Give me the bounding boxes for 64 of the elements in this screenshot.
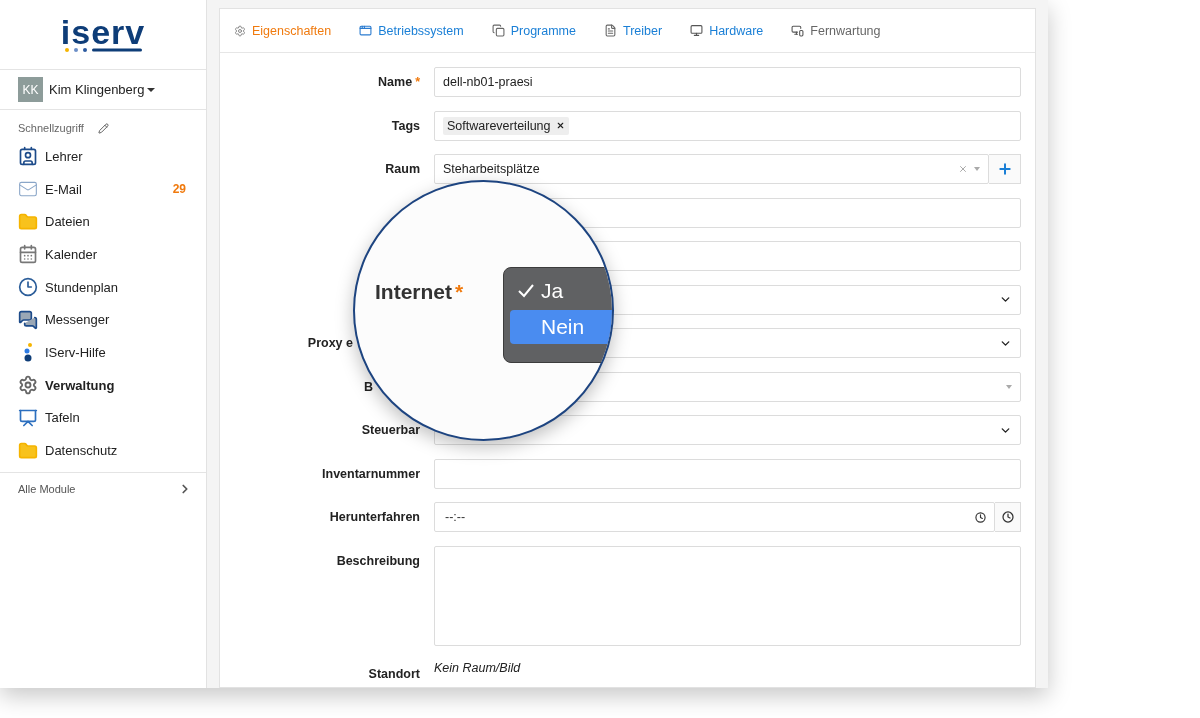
sidebar-item[interactable]: Lehrer xyxy=(45,148,186,164)
field-label: Name * xyxy=(377,74,420,91)
settings-icon xyxy=(234,24,246,37)
tag-chip: Softwareverteilung xyxy=(443,116,569,135)
sidebar-item[interactable]: Stundenplan xyxy=(45,279,186,295)
tab[interactable]: Programme xyxy=(491,23,576,38)
settings-icon xyxy=(18,375,38,396)
section-heading: Schnellzugriff xyxy=(18,122,84,134)
clock-icon xyxy=(18,277,38,298)
chat-bubbles-icon xyxy=(18,309,38,330)
all-modules-link[interactable]: Alle Module xyxy=(0,471,206,506)
sidebar-item[interactable]: Dateien xyxy=(45,214,186,230)
folder-icon xyxy=(18,440,38,461)
field-label: Internet* xyxy=(375,280,464,304)
logo-text: iserv xyxy=(60,16,146,47)
contact-card-icon xyxy=(18,146,38,167)
tab[interactable]: Betriebssystem xyxy=(359,23,464,38)
calendar-icon xyxy=(18,244,38,265)
windows-icon xyxy=(491,24,505,37)
field-label: Proxy e xyxy=(306,335,354,352)
dropdown-arrow-icon xyxy=(1006,384,1012,389)
tags-field[interactable]: Softwareverteilung xyxy=(434,110,1021,141)
time-input[interactable]: --:-- xyxy=(443,509,969,525)
tab[interactable]: Hardware xyxy=(690,23,764,38)
user-menu[interactable]: Kim Klingenberg xyxy=(49,82,156,97)
unread-count: 29 xyxy=(172,182,186,197)
folder-icon xyxy=(18,211,38,232)
field-label: Standort xyxy=(367,666,420,683)
time-field[interactable]: --:-- xyxy=(434,502,995,532)
clock-icon xyxy=(975,511,986,523)
document-icon xyxy=(604,24,617,37)
field-label: Steuerbar xyxy=(360,422,420,439)
sidebar-item[interactable]: Kalender xyxy=(45,246,186,262)
sidebar-item[interactable]: Verwaltung xyxy=(45,377,186,393)
tab[interactable]: Treiber xyxy=(604,23,663,38)
field-label: B xyxy=(362,378,374,396)
menu-option[interactable]: Ja xyxy=(510,274,612,308)
sidebar-item[interactable]: Tafeln xyxy=(45,410,186,426)
location-text: Kein Raum/Bild xyxy=(434,660,522,677)
dropdown-arrow-icon xyxy=(974,167,980,171)
clock-button[interactable] xyxy=(995,502,1021,532)
field-label: Raum xyxy=(384,161,420,178)
clear-icon[interactable] xyxy=(958,164,968,174)
monitor-icon xyxy=(791,24,805,37)
clock-icon xyxy=(1001,511,1014,523)
pencil-icon[interactable] xyxy=(97,122,109,134)
field-label: Herunterfahren xyxy=(328,509,420,526)
field-label: Beschreibung xyxy=(335,552,420,570)
plus-icon xyxy=(996,161,1013,177)
text-field[interactable] xyxy=(434,458,1021,489)
checkmark-icon xyxy=(517,283,535,299)
sidebar-item[interactable]: IServ-Hilfe xyxy=(45,344,186,360)
sidebar-item[interactable]: Datenschutz xyxy=(45,443,186,459)
sidebar-item[interactable]: Messenger xyxy=(45,312,186,328)
text-field[interactable]: dell-nb01-praesi xyxy=(434,67,1021,97)
user-avatar: KK xyxy=(18,77,43,102)
field-label: Inventarnummer xyxy=(321,465,420,483)
sidebar-item[interactable]: E-Mail xyxy=(45,181,166,197)
computer-icon xyxy=(690,24,704,37)
remove-icon[interactable] xyxy=(555,121,565,130)
field-label: Tags xyxy=(390,117,420,135)
board-icon xyxy=(18,407,38,428)
window-icon xyxy=(359,24,373,37)
add-button[interactable] xyxy=(989,154,1021,184)
